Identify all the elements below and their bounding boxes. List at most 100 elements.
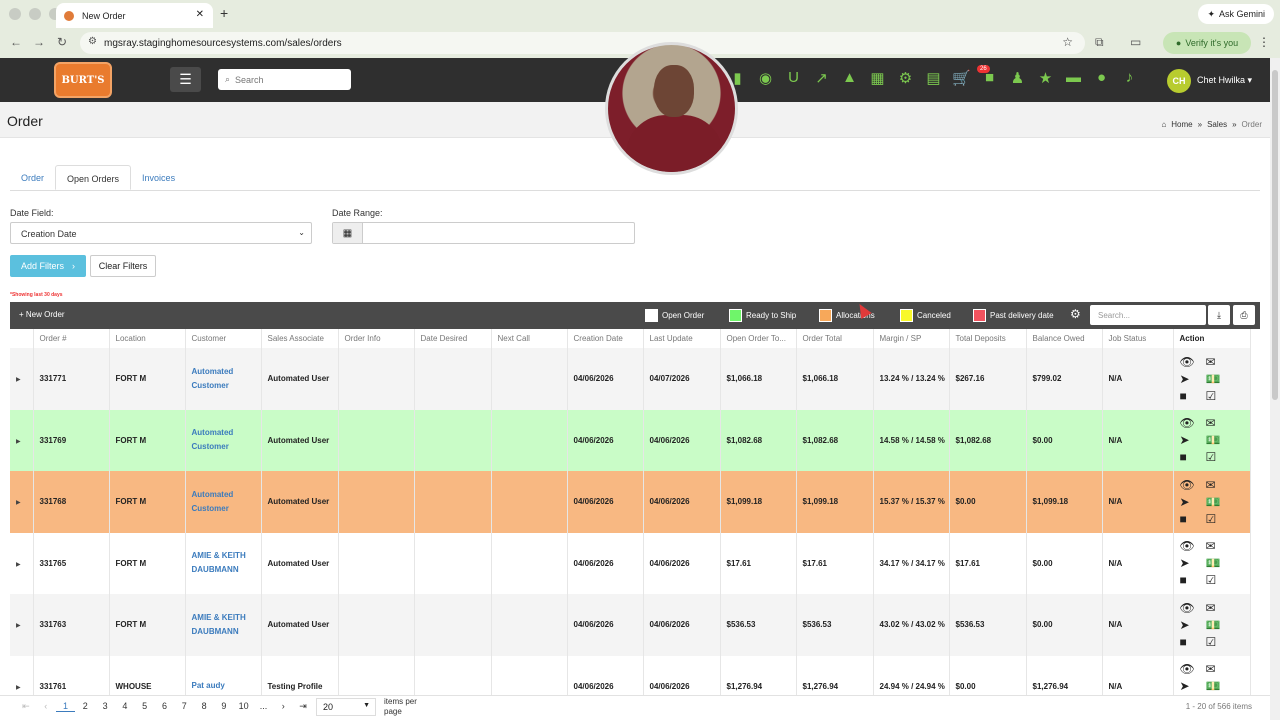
bookmark-star-icon[interactable]: ☆ — [1062, 35, 1073, 49]
column-header[interactable]: Open Order To... — [720, 329, 797, 348]
payment-icon[interactable]: 💵 — [1206, 618, 1228, 632]
burts-logo[interactable]: BURT'S — [54, 62, 112, 98]
column-header[interactable]: Margin / SP — [873, 329, 950, 348]
user-menu[interactable]: Chet Hwilka ▾ — [1197, 75, 1252, 86]
send-icon[interactable]: ➤ — [1180, 372, 1202, 386]
page-number[interactable]: 3 — [95, 701, 115, 712]
print-icon[interactable]: ⎙ — [1233, 305, 1255, 325]
send-icon[interactable]: ➤ — [1180, 679, 1202, 693]
calculator-icon[interactable]: ▦ — [868, 69, 887, 87]
payment-icon[interactable]: 💵 — [1206, 372, 1228, 386]
note-icon[interactable]: ■ — [1180, 512, 1202, 526]
table-row[interactable]: ▶ 331771 FORT M Automated Customer Automated… — [10, 348, 1251, 410]
table-row[interactable]: ▶ 331765 FORT M AMIE & KEITH DAUBMANN Automa… — [10, 532, 1251, 594]
column-header[interactable]: Balance Owed — [1026, 329, 1103, 348]
prev-page-icon[interactable]: ‹ — [36, 701, 56, 712]
table-search-input[interactable]: Search... — [1090, 305, 1206, 325]
note-icon[interactable]: ■ — [1180, 389, 1202, 403]
add-filters-button[interactable]: Add Filters › — [10, 255, 86, 277]
page-ellipsis[interactable]: ... — [254, 701, 274, 712]
page-number[interactable]: 7 — [174, 701, 194, 712]
gear-icon[interactable]: ⚙ — [896, 69, 915, 87]
page-number[interactable]: 2 — [75, 701, 95, 712]
note-icon[interactable]: ■ — [1180, 635, 1202, 649]
date-field-select[interactable]: Creation Date ⌄ — [10, 222, 312, 244]
checklist-icon[interactable]: ☑ — [1206, 635, 1228, 649]
send-icon[interactable]: ➤ — [1180, 618, 1202, 632]
email-icon[interactable]: ✉ — [1206, 355, 1228, 369]
tab-order[interactable]: Order — [10, 165, 55, 190]
ask-gemini-button[interactable]: ✦ Ask Gemini — [1198, 4, 1274, 24]
table-row[interactable]: ▶ 331768 FORT M Automated Customer Automated… — [10, 471, 1251, 533]
table-row[interactable]: ▶ 331769 FORT M Automated Customer Automated… — [10, 409, 1251, 471]
view-icon[interactable]: 👁 — [1180, 355, 1202, 369]
page-number[interactable]: 8 — [194, 701, 214, 712]
column-header[interactable]: Order # — [33, 329, 110, 348]
table-row[interactable]: ▶ 331763 FORT M AMIE & KEITH DAUBMANN Automa… — [10, 594, 1251, 656]
email-icon[interactable]: ✉ — [1206, 478, 1228, 492]
calendar-icon[interactable]: ▦ — [333, 223, 363, 243]
forward-icon[interactable]: → — [33, 35, 45, 49]
breadcrumb-sales[interactable]: Sales — [1207, 120, 1227, 129]
email-icon[interactable]: ✉ — [1206, 662, 1228, 676]
reload-icon[interactable]: ↻ — [57, 35, 67, 49]
folder-icon[interactable]: ▬ — [1064, 69, 1083, 87]
window-controls[interactable] — [9, 8, 61, 20]
column-header[interactable]: Next Call — [491, 329, 568, 348]
page-number[interactable]: 9 — [214, 701, 234, 712]
checklist-icon[interactable]: ☑ — [1206, 573, 1228, 587]
view-icon[interactable]: 👁 — [1180, 416, 1202, 430]
scrollbar-thumb[interactable] — [1272, 70, 1278, 400]
expand-row-icon[interactable]: ▶ — [10, 409, 34, 471]
tab-invoices[interactable]: Invoices — [131, 165, 186, 190]
first-page-icon[interactable]: ⇤ — [16, 701, 36, 712]
page-number[interactable]: 10 — [234, 701, 254, 712]
users-icon[interactable]: ♟ — [1008, 69, 1027, 87]
verify-button[interactable]: ● Verify it's you — [1163, 32, 1251, 54]
payment-icon[interactable]: 💵 — [1206, 556, 1228, 570]
payment-icon[interactable]: 💵 — [1206, 433, 1228, 447]
chat-icon[interactable]: ● — [1092, 69, 1111, 87]
page-number[interactable]: 6 — [155, 701, 175, 712]
page-scrollbar[interactable] — [1270, 58, 1280, 720]
expand-row-icon[interactable]: ▶ — [10, 471, 34, 533]
send-icon[interactable]: ➤ — [1180, 556, 1202, 570]
column-header[interactable]: Customer — [185, 329, 262, 348]
customer-link[interactable]: Automated Customer — [185, 348, 262, 410]
chart-icon[interactable]: ↗ — [812, 69, 831, 87]
note-icon[interactable]: ■ — [1180, 450, 1202, 464]
close-window[interactable] — [9, 8, 21, 20]
column-header[interactable]: Sales Associate — [261, 329, 339, 348]
address-bar[interactable]: ⚙ mgsray.staginghomesourcesystems.com/sal… — [80, 32, 1085, 54]
cart-icon[interactable]: 🛒 — [952, 69, 971, 87]
payment-icon[interactable]: 💵 — [1206, 495, 1228, 509]
site-info-icon[interactable]: ⚙ — [88, 36, 97, 47]
checklist-icon[interactable]: ☑ — [1206, 389, 1228, 403]
view-icon[interactable]: 👁 — [1180, 539, 1202, 553]
send-icon[interactable]: ➤ — [1180, 433, 1202, 447]
app-search-input[interactable]: ⌕ Search — [218, 69, 351, 90]
menu-toggle-button[interactable]: ☰ — [170, 67, 201, 92]
document-icon[interactable]: ▤ — [924, 69, 943, 87]
view-icon[interactable]: 👁 — [1180, 662, 1202, 676]
browser-tab[interactable]: New Order ✕ — [56, 3, 213, 28]
close-tab-icon[interactable]: ✕ — [196, 9, 204, 20]
checklist-icon[interactable]: ☑ — [1206, 450, 1228, 464]
graduation-icon[interactable]: ▲ — [840, 69, 859, 87]
cast-icon[interactable]: ▭ — [1130, 35, 1141, 49]
column-header[interactable]: Last Update — [643, 329, 721, 348]
page-number[interactable]: 4 — [115, 701, 135, 712]
bell-icon[interactable]: ♪ — [1120, 69, 1139, 87]
email-icon[interactable]: ✉ — [1206, 416, 1228, 430]
checklist-icon[interactable]: ☑ — [1206, 512, 1228, 526]
minimize-window[interactable] — [29, 8, 41, 20]
last-page-icon[interactable]: ⇥ — [293, 701, 313, 712]
column-header[interactable]: Total Deposits — [949, 329, 1027, 348]
back-icon[interactable]: ← — [10, 35, 22, 49]
column-header[interactable]: Order Info — [338, 329, 415, 348]
note-icon[interactable]: ■ — [1180, 573, 1202, 587]
column-header[interactable]: Location — [109, 329, 186, 348]
per-page-select[interactable]: 20 ▼ — [316, 698, 376, 716]
column-header[interactable]: Job Status — [1102, 329, 1174, 348]
magnet-icon[interactable]: U — [784, 69, 803, 87]
